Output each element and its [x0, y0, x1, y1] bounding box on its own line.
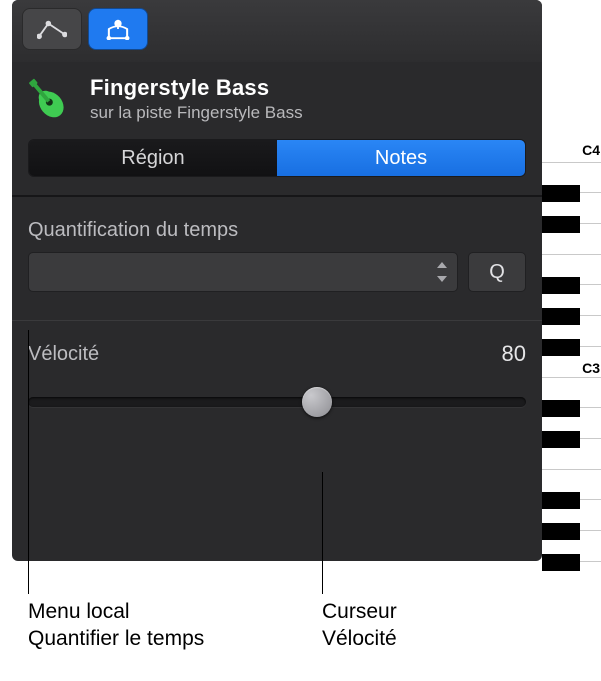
velocity-value: 80	[502, 341, 526, 367]
midi-draw-button[interactable]	[88, 8, 148, 50]
time-quantize-dropdown[interactable]	[28, 252, 458, 292]
automation-tool-button[interactable]	[22, 8, 82, 50]
mode-segmented-control: Région Notes	[28, 139, 526, 177]
track-subtitle: sur la piste Fingerstyle Bass	[90, 103, 303, 123]
slider-track	[28, 397, 526, 407]
callout-line	[28, 330, 29, 594]
track-header: Fingerstyle Bass sur la piste Fingerstyl…	[12, 62, 542, 131]
tab-notes[interactable]: Notes	[277, 140, 525, 176]
piano-ruler[interactable]: C4 C3	[542, 132, 601, 562]
midi-draw-icon	[103, 18, 133, 40]
track-title: Fingerstyle Bass	[90, 75, 303, 101]
velocity-slider[interactable]	[28, 383, 526, 423]
callout-quantize-menu: Menu local Quantifier le temps	[28, 598, 204, 653]
automation-tool-icon	[37, 18, 67, 40]
time-quantize-label: Quantification du temps	[28, 219, 526, 242]
guitar-icon	[28, 72, 76, 125]
apply-quantize-button[interactable]: Q	[468, 252, 526, 292]
tab-region[interactable]: Région	[29, 140, 277, 176]
chevron-up-down-icon	[435, 262, 449, 282]
editor-toolbar	[12, 0, 542, 62]
velocity-label: Vélocité	[28, 343, 99, 366]
callout-velocity-slider: Curseur Vélocité	[322, 598, 397, 653]
callout-line	[322, 472, 323, 594]
slider-thumb[interactable]	[302, 387, 332, 417]
